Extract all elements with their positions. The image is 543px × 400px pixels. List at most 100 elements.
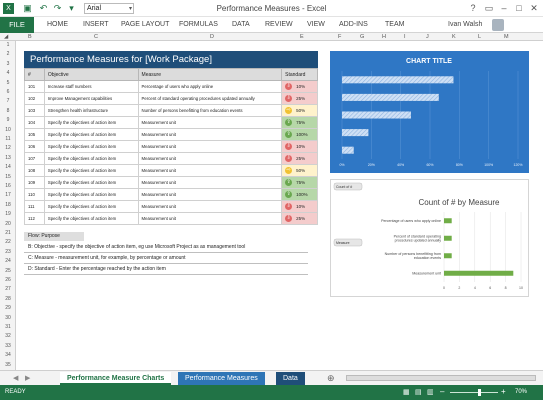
cell-standard[interactable]: ⇧ 100%	[281, 128, 318, 141]
chart-bar[interactable]	[342, 129, 369, 137]
header-id[interactable]: #	[24, 68, 45, 81]
row-number[interactable]: 31	[0, 324, 16, 330]
cell-objective[interactable]: Strengthen health infrastructure	[43, 104, 139, 117]
zoom-slider-handle[interactable]	[478, 389, 481, 396]
row-number[interactable]: 7	[0, 98, 16, 104]
row-number[interactable]: 22	[0, 239, 16, 245]
pivot-chart[interactable]: Count of # Count of # by Measure Measure…	[330, 179, 529, 297]
cell-objective[interactable]: Increase staff numbers	[43, 80, 139, 93]
chart-bar[interactable]	[342, 146, 354, 154]
row-number[interactable]: 11	[0, 136, 16, 142]
cell-objective[interactable]: Improve Management capabilities	[43, 92, 139, 105]
cell-standard[interactable]: ⇩ 10%	[281, 200, 318, 213]
page-break-view-icon[interactable]: ▥	[427, 388, 434, 396]
cell-objective[interactable]: Specify the objectives of action item	[43, 188, 139, 201]
row-number[interactable]: 17	[0, 192, 16, 198]
column-m[interactable]: M	[504, 33, 509, 41]
select-all-corner[interactable]: ◢	[4, 33, 8, 41]
cell-id[interactable]: 101	[24, 80, 45, 93]
cell-measure[interactable]: Measurement unit	[137, 164, 283, 177]
tab-data[interactable]: DATA	[232, 21, 250, 28]
horizontal-scrollbar[interactable]	[346, 375, 536, 381]
row-number[interactable]: 9	[0, 117, 16, 123]
tab-team[interactable]: TEAM	[385, 21, 404, 28]
cell-id[interactable]: 108	[24, 164, 45, 177]
user-name[interactable]: Ivan Walsh	[448, 21, 482, 28]
cell-objective[interactable]: Specify the objectives of action item	[43, 128, 139, 141]
column-f[interactable]: F	[338, 33, 341, 41]
header-objective[interactable]: Objective	[43, 68, 139, 81]
tab-page-layout[interactable]: PAGE LAYOUT	[121, 21, 169, 28]
column-h[interactable]: H	[382, 33, 386, 41]
avatar[interactable]	[492, 19, 504, 31]
row-number[interactable]: 16	[0, 183, 16, 189]
tab-view[interactable]: VIEW	[307, 21, 325, 28]
cell-measure[interactable]: Measurement unit	[137, 128, 283, 141]
row-number[interactable]: 35	[0, 362, 16, 368]
row-number[interactable]: 32	[0, 333, 16, 339]
column-j[interactable]: J	[426, 33, 429, 41]
cell-standard[interactable]: ⇩ 10%	[281, 80, 318, 93]
row-number[interactable]: 30	[0, 315, 16, 321]
row-number[interactable]: 1	[0, 42, 16, 48]
cell-id[interactable]: 109	[24, 176, 45, 189]
row-number[interactable]: 12	[0, 145, 16, 151]
cell-objective[interactable]: Specify the objectives of action item	[43, 152, 139, 165]
help-icon[interactable]: ?	[466, 2, 480, 14]
column-i[interactable]: I	[404, 33, 406, 41]
row-number[interactable]: 29	[0, 305, 16, 311]
row-number[interactable]: 33	[0, 343, 16, 349]
row-number[interactable]: 28	[0, 296, 16, 302]
header-standard[interactable]: Standard	[281, 68, 318, 81]
row-number[interactable]: 8	[0, 108, 16, 114]
cell-measure[interactable]: Percent of standard operating procedures…	[137, 92, 283, 105]
row-number[interactable]: 10	[0, 127, 16, 133]
bar-chart[interactable]: CHART TITLE 0% 20% 40% 60% 80% 100% 120%	[330, 51, 529, 173]
ribbon-display-icon[interactable]: ▭	[482, 2, 496, 14]
scroll-right-icon[interactable]: ▶	[18, 372, 37, 385]
row-number[interactable]: 18	[0, 202, 16, 208]
cell-objective[interactable]: Specify the objectives of action item	[43, 200, 139, 213]
tab-insert[interactable]: INSERT	[83, 21, 109, 28]
minimize-icon[interactable]: –	[497, 2, 511, 14]
cell-standard[interactable]: ⇩ 10%	[281, 140, 318, 153]
cell-measure[interactable]: Measurement unit	[137, 200, 283, 213]
cell-id[interactable]: 104	[24, 116, 45, 129]
cell-measure[interactable]: Measurement unit	[137, 116, 283, 129]
chart-bar[interactable]	[444, 270, 514, 276]
cell-objective[interactable]: Specify the objectives of action item	[43, 140, 139, 153]
add-sheet-icon[interactable]: ⊕	[320, 372, 342, 385]
cell-objective[interactable]: Specify the objectives of action item	[43, 176, 139, 189]
row-number[interactable]: 2	[0, 51, 16, 57]
column-l[interactable]: L	[478, 33, 481, 41]
cell-objective[interactable]: Specify the objectives of action item	[43, 212, 139, 225]
row-number[interactable]: 5	[0, 80, 16, 86]
cell-standard[interactable]: ⇧ 75%	[281, 116, 318, 129]
cell-standard[interactable]: ⇨ 50%	[281, 104, 318, 117]
header-measure[interactable]: Measure	[137, 68, 283, 81]
cell-id[interactable]: 106	[24, 140, 45, 153]
cell-id[interactable]: 107	[24, 152, 45, 165]
normal-view-icon[interactable]: ▦	[403, 388, 410, 396]
tab-formulas[interactable]: FORMULAS	[179, 21, 218, 28]
cell-objective[interactable]: Specify the objectives of action item	[43, 116, 139, 129]
row-number[interactable]: 34	[0, 352, 16, 358]
cell-standard[interactable]: ⇧ 100%	[281, 188, 318, 201]
column-g[interactable]: G	[360, 33, 364, 41]
chart-bar[interactable]	[444, 253, 452, 259]
cell-standard[interactable]: ⇨ 50%	[281, 164, 318, 177]
file-tab[interactable]: FILE	[0, 17, 34, 33]
cell-id[interactable]: 103	[24, 104, 45, 117]
column-e[interactable]: E	[300, 33, 304, 41]
cell-objective[interactable]: Specify the objectives of action item	[43, 164, 139, 177]
maximize-icon[interactable]: □	[512, 2, 526, 14]
cell-id[interactable]: 102	[24, 92, 45, 105]
row-number[interactable]: 27	[0, 286, 16, 292]
column-k[interactable]: K	[452, 33, 456, 41]
cell-measure[interactable]: Number of persons benefitting from educa…	[137, 104, 283, 117]
chart-bar[interactable]	[444, 235, 452, 241]
zoom-level[interactable]: 70%	[515, 389, 527, 395]
zoom-out-icon[interactable]: –	[440, 387, 444, 396]
row-number[interactable]: 6	[0, 89, 16, 95]
tab-review[interactable]: REVIEW	[265, 21, 293, 28]
